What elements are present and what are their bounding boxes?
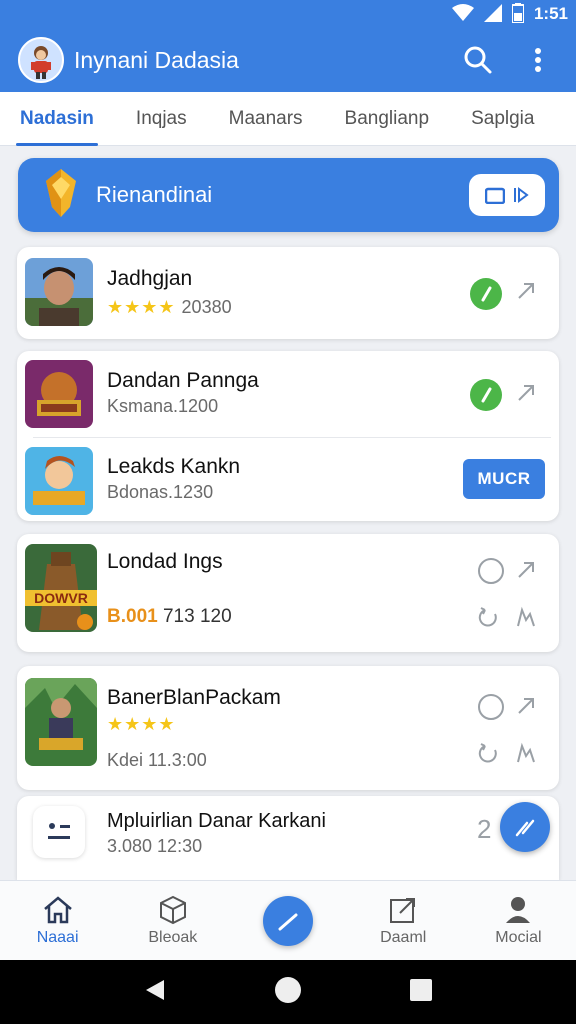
trophy-icon (44, 168, 78, 222)
expand-icon[interactable] (516, 696, 536, 722)
tab-inqjas[interactable]: Inqjas (136, 92, 187, 146)
app-title: Leakds Kankn (107, 455, 241, 478)
app-meta: Ksmana.1200 (107, 396, 219, 416)
app-title: Inynani Dadasia (74, 46, 239, 73)
status-bar: 1:51 (0, 0, 576, 28)
nav-downloads[interactable]: Daaml (346, 881, 461, 960)
app-title: BanerBlanPackam (107, 686, 281, 709)
app-card-group: Dandan Pannga Ksmana.1200 Leakds Kankn B… (17, 351, 559, 521)
home-button-icon[interactable] (274, 976, 302, 1009)
divider (33, 437, 551, 438)
installed-check-icon[interactable] (470, 379, 502, 411)
app-meta-value: 713 120 (162, 606, 232, 627)
app-thumbnail[interactable] (25, 447, 93, 515)
app-meta: Bdonas.1230 (107, 482, 214, 502)
folder-arrow-icon (390, 897, 416, 923)
price: B.001 (107, 606, 158, 627)
home-icon (43, 895, 72, 923)
promo-banner[interactable]: Rienandinai (18, 158, 559, 232)
refresh-icon[interactable] (477, 742, 501, 772)
recents-icon[interactable] (410, 978, 432, 1006)
window-icon (485, 187, 505, 204)
trailing-count: 2 (477, 814, 492, 844)
wifi-icon (451, 3, 474, 25)
pen-icon (278, 913, 298, 930)
tab-bar: Nadasin Inqjas Maanars Banglianp Saplgia (0, 92, 576, 146)
nav-home[interactable]: Naaai (0, 881, 115, 960)
expand-icon[interactable] (516, 560, 536, 586)
select-radio[interactable] (478, 558, 504, 584)
app-title: Dandan Pannga (107, 369, 259, 392)
app-meta: ★★★★ 20380 (107, 297, 232, 318)
rating-stars: ★★★★ (107, 714, 182, 735)
app-thumbnail: DOWVR (25, 544, 97, 632)
tab-maanars[interactable]: Maanars (229, 92, 303, 146)
edit-fab[interactable] (500, 802, 550, 852)
rating-stars: ★★★★ (107, 297, 176, 317)
nav-library-label: Bleoak (148, 928, 198, 946)
app-thumbnail (25, 258, 93, 326)
expand-icon[interactable] (516, 281, 536, 307)
app-thumbnail (25, 678, 97, 766)
battery-icon (510, 2, 525, 26)
refresh-icon[interactable] (477, 606, 501, 636)
thumbnail-badge-text: DOWVR (34, 590, 88, 606)
rating-stars-value: ★★★★ (107, 714, 176, 734)
app-card[interactable]: DOWVR Londad Ings B.001 713 120 (17, 534, 559, 652)
nav-home-label: Naaai (36, 928, 79, 946)
app-meta: 3.080 12:30 (107, 836, 203, 856)
signal-icon (483, 3, 502, 25)
chat-icon (33, 806, 85, 858)
person-icon (506, 896, 531, 923)
share-icon[interactable] (514, 606, 538, 636)
app-card[interactable]: Mpluirlian Danar Karkani 3.080 12:30 2 (17, 796, 559, 880)
back-icon[interactable] (144, 978, 166, 1007)
app-title: Mpluirlian Danar Karkani (107, 810, 326, 832)
select-radio[interactable] (478, 694, 504, 720)
tab-banglianp[interactable]: Banglianp (345, 92, 430, 146)
play-arrow-icon (514, 187, 529, 203)
app-title: Londad Ings (107, 550, 223, 573)
nav-library[interactable]: Bleoak (115, 881, 230, 960)
installed-check-icon[interactable] (470, 278, 502, 310)
nav-downloads-label: Daaml (380, 928, 427, 946)
app-meta-value: 20380 (181, 297, 232, 317)
more-vert-icon[interactable] (518, 40, 558, 80)
tab-saplgia[interactable]: Saplgia (471, 92, 534, 146)
app-card[interactable]: BanerBlanPackam ★★★★ Kdei 11.3:00 (17, 666, 559, 790)
bottom-nav: Naaai Bleoak Daaml Mocial (0, 880, 576, 960)
status-time: 1:51 (533, 4, 568, 23)
compose-button[interactable] (263, 895, 313, 946)
nav-center-action[interactable] (230, 881, 345, 960)
share-icon[interactable] (514, 742, 538, 772)
nav-profile-label: Mocial (495, 928, 542, 946)
app-bar: Inynani Dadasia (0, 28, 576, 92)
banner-action-button[interactable] (469, 174, 545, 216)
cube-icon (159, 895, 186, 924)
search-icon[interactable] (458, 40, 498, 80)
banner-title: Rienandinai (96, 182, 213, 207)
app-meta: Kdei 11.3:00 (107, 750, 207, 770)
nav-profile[interactable]: Mocial (461, 881, 576, 960)
tab-nadasin[interactable]: Nadasin (16, 92, 98, 146)
app-thumbnail[interactable] (25, 360, 93, 428)
app-title: Jadhgjan (107, 267, 193, 290)
expand-icon[interactable] (516, 383, 536, 409)
system-nav-bar (0, 960, 576, 1024)
install-button[interactable]: MUCR (463, 459, 545, 499)
edit-icon (515, 819, 535, 837)
app-meta: B.001 713 120 (107, 606, 232, 628)
avatar[interactable] (18, 37, 64, 83)
app-card[interactable]: Jadhgjan ★★★★ 20380 (17, 247, 559, 339)
